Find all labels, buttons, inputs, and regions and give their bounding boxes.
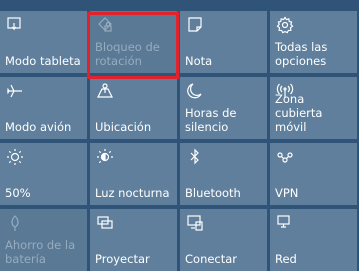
tile-mobile-hotspot[interactable]: Zona cubierta móvil: [270, 77, 357, 139]
tile-label: Bluetooth: [185, 186, 241, 200]
tile-project[interactable]: Proyectar: [90, 209, 177, 271]
project-icon: [95, 213, 115, 233]
tile-label: 50%: [5, 186, 31, 200]
tile-label: Modo avión: [5, 120, 72, 134]
tile-rotation-lock[interactable]: Bloqueo de rotación: [90, 11, 177, 73]
tile-network[interactable]: Red: [270, 209, 357, 271]
tile-quiet-hours[interactable]: Horas de silencio: [180, 77, 267, 139]
tile-label: Modo tableta: [5, 54, 81, 68]
tile-label: Horas de silencio: [185, 106, 237, 134]
tile-label: Nota: [185, 54, 213, 68]
tile-label: Red: [275, 252, 297, 266]
connect-icon: [185, 213, 205, 233]
rotation-lock-icon: [95, 15, 115, 35]
location-icon: [95, 81, 115, 101]
bluetooth-icon: [185, 147, 205, 167]
tile-label: Ahorro de la batería: [5, 238, 76, 266]
tile-all-settings[interactable]: Todas las opciones: [270, 11, 357, 73]
tablet-mode-icon: [5, 15, 25, 35]
tile-airplane-mode[interactable]: Modo avión: [0, 77, 87, 139]
moon-icon: [185, 81, 205, 101]
tile-location[interactable]: Ubicación: [90, 77, 177, 139]
tile-night-light[interactable]: Luz nocturna: [90, 143, 177, 205]
tile-label: VPN: [275, 186, 299, 200]
tile-brightness[interactable]: 50%: [0, 143, 87, 205]
night-light-icon: [95, 147, 115, 167]
tile-label: Zona cubierta móvil: [275, 92, 323, 134]
network-icon: [275, 213, 295, 233]
airplane-icon: [5, 81, 25, 101]
tile-label: Todas las opciones: [275, 40, 328, 68]
quick-actions-grid: Modo tableta Bloqueo de rotación Nota To…: [0, 11, 359, 271]
tile-battery-saver[interactable]: Ahorro de la batería: [0, 209, 87, 271]
tile-vpn[interactable]: VPN: [270, 143, 357, 205]
battery-saver-icon: [5, 213, 25, 233]
note-icon: [185, 15, 205, 35]
tile-connect[interactable]: Conectar: [180, 209, 267, 271]
brightness-icon: [5, 147, 25, 167]
tile-label: Bloqueo de rotación: [95, 40, 160, 68]
tile-label: Proyectar: [95, 252, 150, 266]
gear-icon: [275, 15, 295, 35]
tile-bluetooth[interactable]: Bluetooth: [180, 143, 267, 205]
tile-tablet-mode[interactable]: Modo tableta: [0, 11, 87, 73]
tile-label: Conectar: [185, 252, 238, 266]
tile-label: Ubicación: [95, 120, 152, 134]
vpn-icon: [275, 147, 295, 167]
tile-note[interactable]: Nota: [180, 11, 267, 73]
tile-label: Luz nocturna: [95, 186, 170, 200]
